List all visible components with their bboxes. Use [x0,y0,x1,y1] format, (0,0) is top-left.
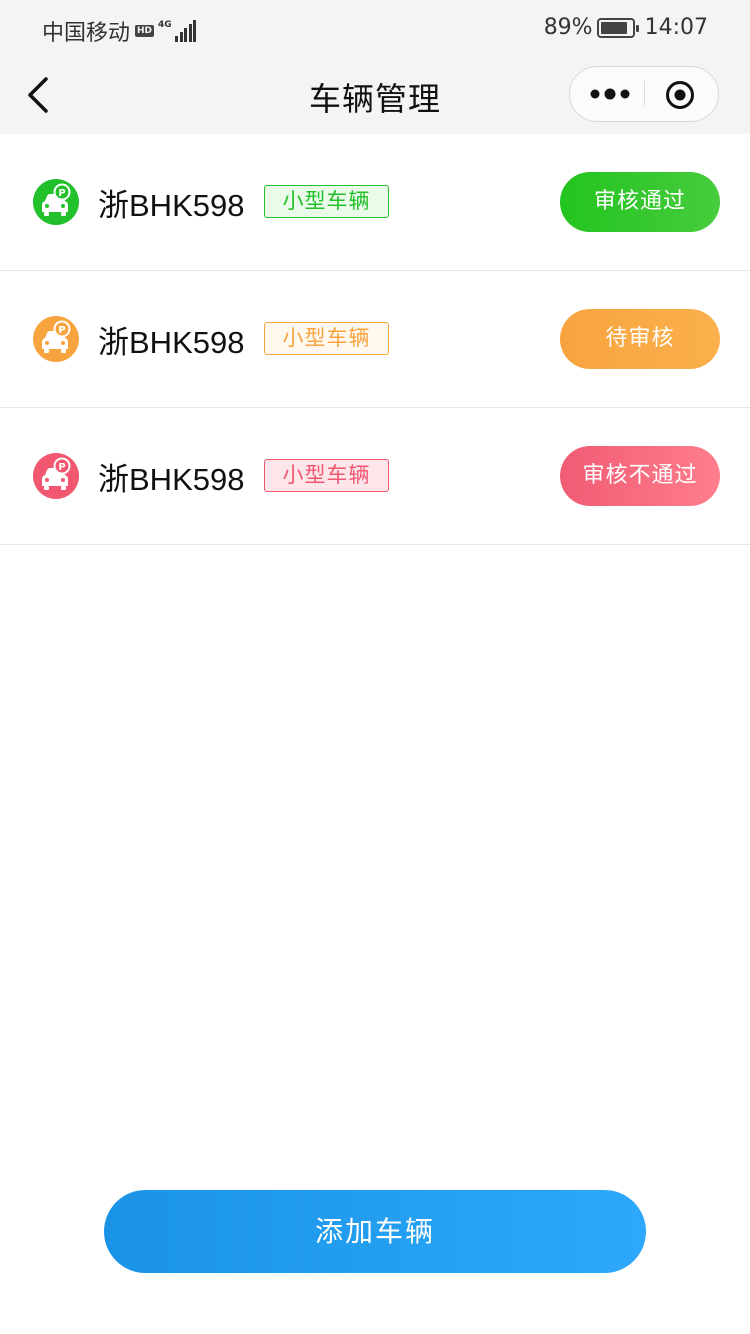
vehicle-list: P 浙BHK598 小型车辆 审核通过 P 浙BHK598 小型车辆 待审核 P… [0,134,750,545]
battery-percent: 89% [543,15,593,40]
plate-number: 浙BHK598 [98,188,245,223]
status-bar: 中国移动 HD 4G 89% 14:07 [0,0,750,56]
menu-capsule [569,66,719,122]
vehicle-type-tag: 小型车辆 [264,459,389,492]
vehicle-type-tag: 小型车辆 [264,185,389,218]
battery-fill [600,21,628,34]
capsule-divider [644,81,645,107]
vehicle-row[interactable]: P 浙BHK598 小型车辆 审核不通过 [0,408,750,545]
hd-badge: HD [135,25,155,37]
parking-car-icon: P [33,179,79,225]
signal-icon: 4G [158,20,197,42]
vehicle-row[interactable]: P 浙BHK598 小型车辆 待审核 [0,271,750,408]
plate-number: 浙BHK598 [98,462,245,497]
add-vehicle-button[interactable]: 添加车辆 [104,1190,646,1273]
carrier-name: 中国移动 [42,21,131,46]
plate-number: 浙BHK598 [98,325,245,360]
status-button[interactable]: 审核不通过 [560,446,720,506]
status-button[interactable]: 审核通过 [560,172,720,232]
clock: 14:07 [644,15,708,40]
svg-text:P: P [58,325,65,336]
vehicle-type-tag: 小型车辆 [264,322,389,355]
parking-car-icon: P [33,316,79,362]
vehicle-row[interactable]: P 浙BHK598 小型车辆 审核通过 [0,134,750,271]
target-circle-icon[interactable] [664,79,696,111]
more-dots-icon[interactable] [588,82,632,106]
status-button[interactable]: 待审核 [560,309,720,369]
battery-icon [596,17,639,38]
parking-car-icon: P [33,453,79,499]
network-type: 4G [158,20,172,30]
svg-text:P: P [58,462,65,473]
status-right: 89% 14:07 [544,15,708,40]
svg-text:P: P [58,188,65,199]
nav-bar: 车辆管理 [0,56,750,134]
status-left: 中国移动 HD 4G [42,15,197,47]
